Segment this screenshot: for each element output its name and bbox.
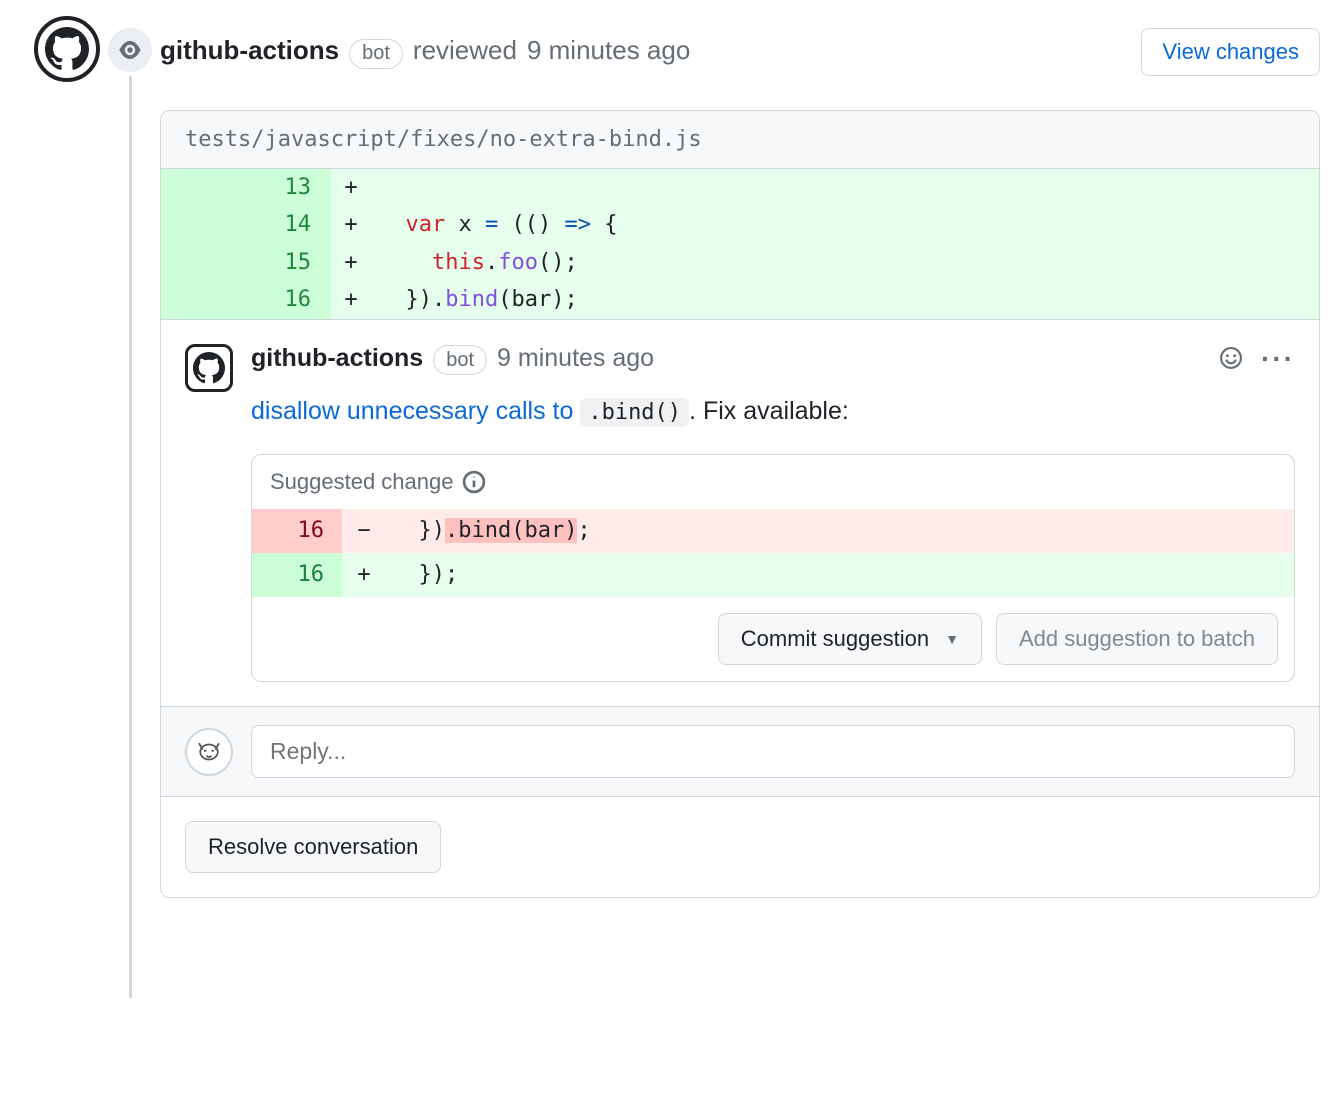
diff-line: 13+ <box>161 169 1319 206</box>
comment-avatar[interactable] <box>185 344 233 392</box>
rule-link[interactable]: disallow unnecessary calls to <box>251 397 580 425</box>
review-action-text: reviewed <box>413 35 517 66</box>
eye-icon <box>118 38 142 62</box>
suggestion-deletion-row: 16 − }).bind(bar); <box>252 509 1294 553</box>
file-path[interactable]: tests/javascript/fixes/no-extra-bind.js <box>161 111 1319 169</box>
caret-down-icon: ▼ <box>945 631 959 647</box>
bot-badge: bot <box>349 39 403 69</box>
review-event-badge <box>108 28 152 72</box>
reply-input[interactable] <box>251 725 1295 778</box>
inline-code: .bind() <box>580 398 689 427</box>
review-box: tests/javascript/fixes/no-extra-bind.js … <box>160 110 1320 898</box>
cat-avatar-icon <box>194 737 224 767</box>
diff-line: 15+ this.foo(); <box>161 244 1319 281</box>
diff-line: 16+ }).bind(bar); <box>161 281 1319 318</box>
add-reaction-button[interactable] <box>1219 346 1243 373</box>
comment-text: disallow unnecessary calls to .bind(). F… <box>251 397 1295 426</box>
diff-table: 13+14+ var x = (() => {15+ this.foo();16… <box>161 169 1319 319</box>
comment-timestamp[interactable]: 9 minutes ago <box>497 344 654 373</box>
github-mark-icon <box>193 352 225 384</box>
comment-author[interactable]: github-actions <box>251 344 423 373</box>
bot-badge: bot <box>433 345 487 375</box>
view-changes-button[interactable]: View changes <box>1141 28 1320 76</box>
diff-line: 14+ var x = (() => { <box>161 206 1319 243</box>
reviewer-avatar[interactable] <box>34 16 100 82</box>
add-suggestion-to-batch-button[interactable]: Add suggestion to batch <box>996 613 1278 665</box>
commit-suggestion-button[interactable]: Commit suggestion ▼ <box>718 613 982 665</box>
suggestion-label: Suggested change <box>270 469 454 495</box>
review-timestamp[interactable]: 9 minutes ago <box>527 35 690 66</box>
timeline-connector <box>129 76 132 998</box>
suggestion-box: Suggested change 16 − }).bind(bar); 16 <box>251 454 1295 682</box>
suggestion-diff: 16 − }).bind(bar); 16 + }); <box>252 509 1294 597</box>
reviewer-name[interactable]: github-actions <box>160 35 339 66</box>
suggestion-addition-row: 16 + }); <box>252 553 1294 597</box>
comment-menu-button[interactable]: ··· <box>1261 355 1295 363</box>
info-icon[interactable] <box>462 470 486 494</box>
smiley-icon <box>1219 346 1243 370</box>
github-mark-icon <box>45 27 89 71</box>
current-user-avatar[interactable] <box>185 728 233 776</box>
resolve-conversation-button[interactable]: Resolve conversation <box>185 821 441 873</box>
